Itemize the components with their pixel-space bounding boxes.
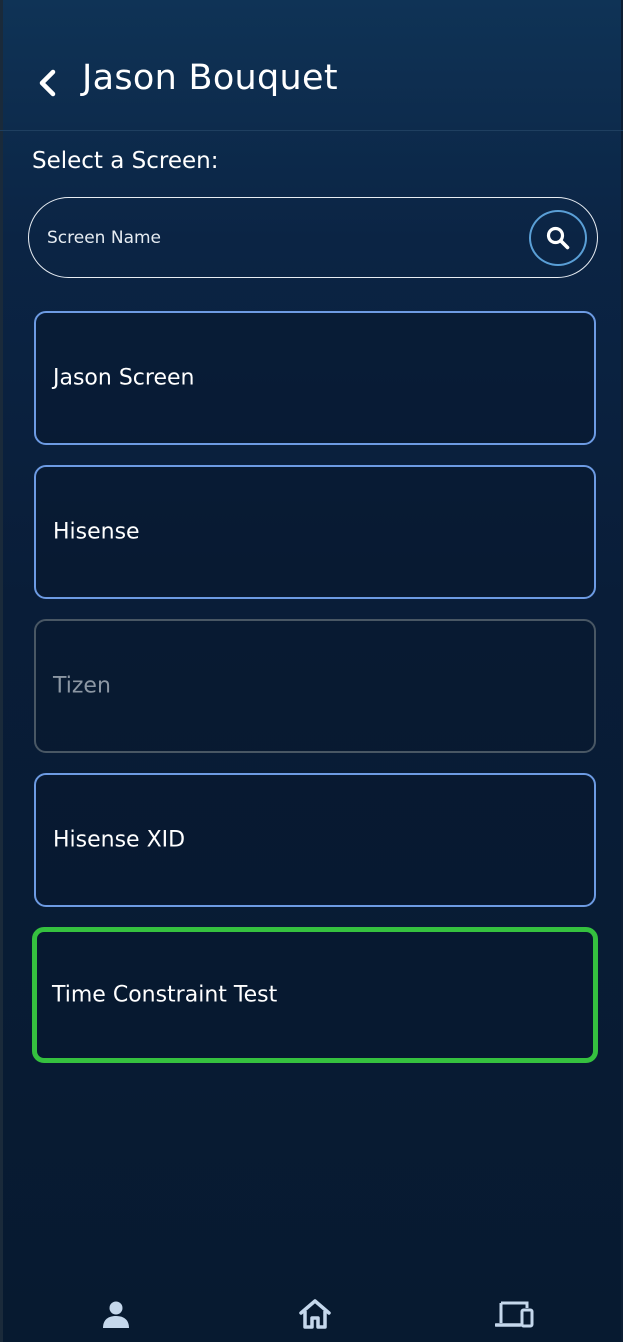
nav-profile-button[interactable]	[91, 1294, 141, 1334]
screen-card-label: Hisense XID	[53, 827, 186, 853]
screen-card-hisense-xid[interactable]: Hisense XID	[34, 773, 596, 907]
page-title: Jason Bouquet	[82, 58, 338, 98]
search-icon	[546, 226, 570, 250]
screen-card-label: Hisense	[53, 519, 140, 545]
user-icon	[103, 1301, 129, 1328]
screen-card-time-constraint-test[interactable]: Time Constraint Test	[32, 927, 598, 1063]
window-edge-left	[0, 0, 3, 1342]
screen-list: Jason Screen Hisense Tizen Hisense XID T…	[32, 311, 598, 1083]
screen-card-label: Time Constraint Test	[52, 982, 278, 1008]
devices-icon	[495, 1301, 534, 1328]
screen-name-search-input[interactable]	[47, 220, 517, 256]
screen-card-label: Jason Screen	[53, 365, 195, 391]
screen-card-tizen[interactable]: Tizen	[34, 619, 596, 753]
search-button[interactable]	[529, 210, 587, 266]
search-bar	[28, 197, 598, 278]
back-button[interactable]	[30, 64, 64, 102]
screen-card-label: Tizen	[53, 673, 111, 699]
screen-card-hisense[interactable]: Hisense	[34, 465, 596, 599]
nav-home-button[interactable]	[290, 1294, 340, 1334]
select-screen-label: Select a Screen:	[32, 148, 219, 174]
screen-card-jason-screen[interactable]: Jason Screen	[34, 311, 596, 445]
nav-devices-button[interactable]	[490, 1294, 540, 1334]
bottom-navigation	[0, 1282, 623, 1342]
app-header: Jason Bouquet	[0, 0, 623, 131]
home-icon	[299, 1299, 331, 1329]
chevron-left-icon	[39, 69, 56, 97]
